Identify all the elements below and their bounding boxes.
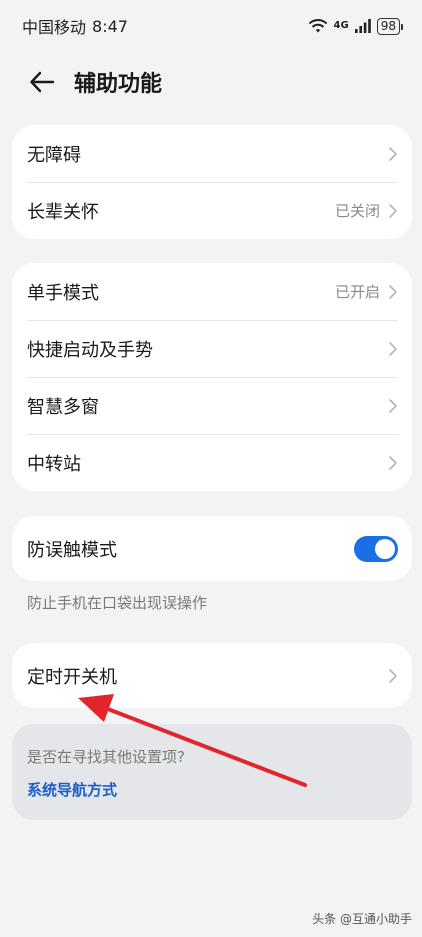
setting-one-hand-mode[interactable]: 单手模式 已开启 xyxy=(12,263,412,320)
setting-value: 已关闭 xyxy=(334,202,380,220)
chevron-right-icon xyxy=(388,341,398,357)
setting-multi-window[interactable]: 智慧多窗 xyxy=(12,377,412,434)
chevron-right-icon xyxy=(388,146,398,162)
setting-elder-care[interactable]: 长辈关怀 已关闭 xyxy=(12,182,412,239)
chevron-right-icon xyxy=(388,455,398,471)
toggle-knob xyxy=(375,538,395,559)
setting-value: 已开启 xyxy=(334,283,380,301)
back-arrow-icon xyxy=(30,71,55,93)
settings-group-4: 定时开关机 xyxy=(12,643,412,708)
status-time: 8:47 xyxy=(92,16,128,36)
status-right: 4G 98 xyxy=(308,17,404,35)
setting-transfer-station[interactable]: 中转站 xyxy=(12,434,412,491)
network-type: 4G xyxy=(333,20,349,31)
setting-label: 防误触模式 xyxy=(27,539,117,561)
status-left: 中国移动 8:47 xyxy=(22,14,128,38)
settings-group-2: 单手模式 已开启 快捷启动及手势 智慧多窗 中转站 xyxy=(12,263,412,491)
setting-scheduled-power[interactable]: 定时开关机 xyxy=(12,643,412,708)
suggestion-question: 是否在寻找其他设置项? xyxy=(27,748,185,766)
settings-group-3: 防误触模式 xyxy=(12,516,412,581)
setting-label: 智慧多窗 xyxy=(27,396,99,418)
battery-indicator: 98 xyxy=(376,17,404,35)
chevron-right-icon xyxy=(388,668,398,684)
page-header: 辅助功能 xyxy=(0,56,422,108)
suggestion-card: 是否在寻找其他设置项? 系统导航方式 xyxy=(12,724,412,820)
setting-accidental-touch: 防误触模式 xyxy=(12,516,412,581)
setting-label: 单手模式 xyxy=(27,282,99,304)
page-title: 辅助功能 xyxy=(74,72,163,97)
setting-shortcuts-gestures[interactable]: 快捷启动及手势 xyxy=(12,320,412,377)
wifi-icon xyxy=(308,19,327,33)
watermark: 头条 @互通小助手 xyxy=(312,912,412,926)
accidental-touch-toggle[interactable] xyxy=(354,535,398,562)
settings-group-1: 无障碍 长辈关怀 已关闭 xyxy=(12,125,412,239)
accidental-touch-description: 防止手机在口袋出现误操作 xyxy=(27,594,208,612)
status-bar: 中国移动 8:47 4G 98 xyxy=(0,0,422,52)
chevron-right-icon xyxy=(388,284,398,300)
chevron-right-icon xyxy=(388,398,398,414)
setting-accessibility[interactable]: 无障碍 xyxy=(12,125,412,182)
setting-label: 快捷启动及手势 xyxy=(27,339,153,361)
setting-label: 定时开关机 xyxy=(27,666,117,688)
chevron-right-icon xyxy=(388,203,398,219)
back-button[interactable] xyxy=(16,56,68,108)
signal-icon xyxy=(354,19,371,33)
setting-label: 长辈关怀 xyxy=(27,201,99,223)
setting-label: 中转站 xyxy=(27,453,81,475)
carrier-name: 中国移动 xyxy=(22,18,87,37)
setting-label: 无障碍 xyxy=(27,144,81,166)
suggestion-link-navigation[interactable]: 系统导航方式 xyxy=(27,779,397,800)
